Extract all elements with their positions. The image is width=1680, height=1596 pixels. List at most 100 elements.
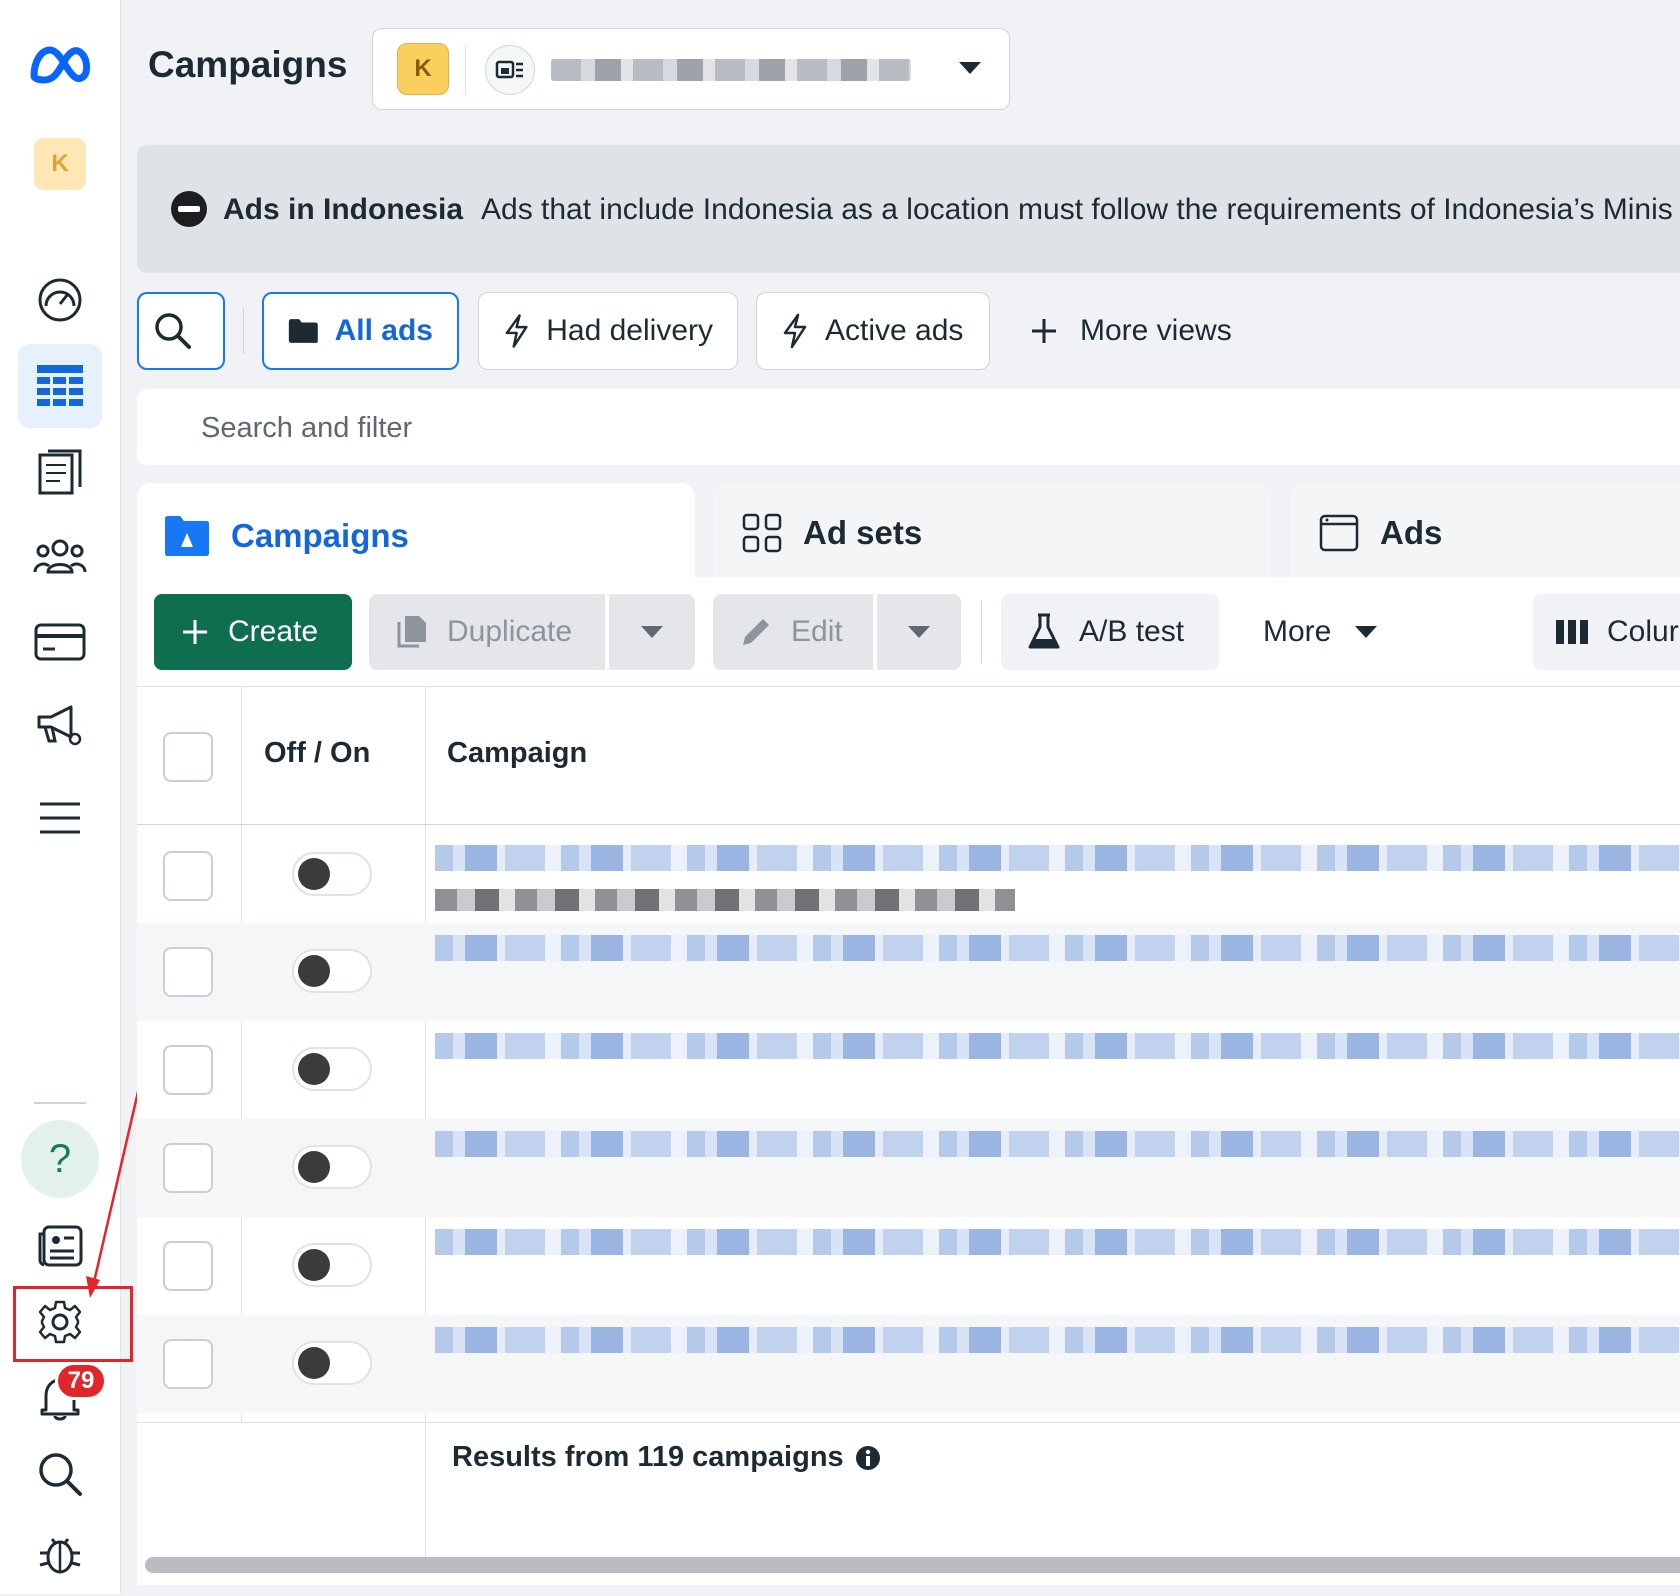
tab-campaigns-label: Campaigns xyxy=(231,517,409,554)
campaign-name-redacted[interactable] xyxy=(435,1327,1680,1353)
horizontal-scrollbar[interactable] xyxy=(145,1557,1680,1573)
more-views-button[interactable]: More views xyxy=(1030,292,1232,370)
ads-manager-megaphone-icon xyxy=(37,705,82,746)
more-button[interactable]: More xyxy=(1247,594,1397,670)
campaign-name-redacted[interactable] xyxy=(435,1033,1680,1059)
select-all-checkbox[interactable] xyxy=(163,732,213,782)
sidebar-item-pages[interactable] xyxy=(18,430,102,514)
campaign-toggle[interactable] xyxy=(292,1341,372,1385)
ad-account-avatar: K xyxy=(397,43,449,95)
meta-logo-icon[interactable] xyxy=(28,42,92,91)
campaign-status-redacted xyxy=(435,889,1015,911)
tab-ad-sets[interactable]: Ad sets xyxy=(713,483,1271,583)
views-divider xyxy=(243,308,244,354)
columns-button-label: Colur xyxy=(1607,615,1679,648)
row-checkbox[interactable] xyxy=(163,1143,213,1193)
search-icon xyxy=(155,313,191,349)
campaigns-panel: Create Duplicate Edit A/B test More Colu… xyxy=(137,577,1680,1585)
row-checkbox[interactable] xyxy=(163,1045,213,1095)
news-feed-icon xyxy=(38,1225,83,1267)
all-tools-menu-icon xyxy=(40,802,80,834)
sidebar-item-all-tools[interactable] xyxy=(18,776,102,860)
table-row[interactable] xyxy=(137,1021,1680,1119)
dashboard-gauge-icon xyxy=(38,278,82,322)
gear-icon xyxy=(38,1300,82,1344)
search-filter-bar xyxy=(137,389,1680,465)
sidebar-item-audiences[interactable] xyxy=(18,514,102,598)
view-all-ads[interactable]: All ads xyxy=(262,292,459,370)
row-checkbox[interactable] xyxy=(163,851,213,901)
notifications-badge: 79 xyxy=(55,1362,107,1400)
tab-ads[interactable]: Ads xyxy=(1290,483,1680,583)
sidebar-item-settings[interactable] xyxy=(18,1280,102,1364)
campaign-name-redacted[interactable] xyxy=(435,1131,1680,1157)
tab-ad-sets-label: Ad sets xyxy=(803,514,923,551)
duplicate-button-label: Duplicate xyxy=(447,615,573,648)
account-avatar[interactable]: K xyxy=(34,138,86,190)
sidebar-item-report-bug[interactable] xyxy=(18,1512,102,1596)
toolbar-divider xyxy=(981,601,982,663)
no-entry-icon xyxy=(171,191,207,227)
duplicate-button[interactable]: Duplicate xyxy=(369,594,605,670)
more-views-label: More views xyxy=(1080,314,1232,347)
search-toggle-button[interactable] xyxy=(137,292,225,370)
search-icon xyxy=(39,1453,82,1496)
table-footer-border xyxy=(137,1422,1680,1423)
tab-campaigns[interactable]: Campaigns xyxy=(137,483,695,589)
campaign-name-redacted[interactable] xyxy=(435,935,1680,961)
sidebar-item-documentation[interactable] xyxy=(18,1204,102,1288)
row-checkbox[interactable] xyxy=(163,947,213,997)
create-button[interactable]: Create xyxy=(154,594,352,670)
more-button-label: More xyxy=(1263,615,1332,648)
campaign-toggle[interactable] xyxy=(292,852,372,896)
sidebar-item-billing[interactable] xyxy=(18,600,102,684)
row-checkbox[interactable] xyxy=(163,1339,213,1389)
column-header-off-on[interactable]: Off / On xyxy=(264,737,370,770)
campaign-name-redacted[interactable] xyxy=(435,1229,1680,1255)
duplicate-dropdown-button[interactable] xyxy=(609,594,695,670)
notice-banner: Ads in Indonesia Ads that include Indone… xyxy=(137,145,1680,273)
ad-account-icon xyxy=(485,45,535,95)
flask-icon xyxy=(1028,613,1060,649)
sidebar-item-ad-settings[interactable] xyxy=(18,684,102,768)
page-title: Campaigns xyxy=(148,44,348,85)
campaign-toggle[interactable] xyxy=(292,949,372,993)
view-had-delivery[interactable]: Had delivery xyxy=(478,292,738,370)
chevron-down-icon xyxy=(959,62,981,74)
campaign-toggle[interactable] xyxy=(292,1243,372,1287)
view-had-delivery-label: Had delivery xyxy=(546,314,713,347)
chevron-down-icon xyxy=(908,626,930,638)
plus-icon xyxy=(1032,319,1056,343)
ab-test-button[interactable]: A/B test xyxy=(1001,594,1219,670)
table-row[interactable] xyxy=(137,923,1680,1021)
left-sidebar: K ? 79 xyxy=(0,0,121,1594)
sidebar-item-overview[interactable] xyxy=(18,258,102,342)
table-row[interactable] xyxy=(137,825,1680,923)
campaign-toggle[interactable] xyxy=(292,1047,372,1091)
campaign-name-redacted[interactable] xyxy=(435,845,1680,871)
view-active-ads[interactable]: Active ads xyxy=(756,292,990,370)
chevron-down-icon xyxy=(1355,626,1378,638)
campaigns-table-icon xyxy=(37,365,83,406)
columns-icon xyxy=(1556,620,1588,644)
sidebar-item-search[interactable] xyxy=(18,1432,102,1516)
chevron-down-icon xyxy=(641,626,663,638)
table-row[interactable] xyxy=(137,1217,1680,1315)
banner-title: Ads in Indonesia xyxy=(223,193,464,226)
campaign-toggle[interactable] xyxy=(292,1145,372,1189)
billing-card-icon xyxy=(34,623,86,661)
column-header-campaign[interactable]: Campaign xyxy=(447,737,587,770)
table-row[interactable] xyxy=(137,1119,1680,1217)
search-filter-input[interactable] xyxy=(199,403,1403,453)
lightning-icon xyxy=(505,314,528,348)
ad-account-picker[interactable]: K xyxy=(372,28,1010,110)
edit-button[interactable]: Edit xyxy=(713,594,873,670)
edit-button-label: Edit xyxy=(791,615,843,648)
help-button[interactable]: ? xyxy=(21,1120,99,1198)
columns-button[interactable]: Colur xyxy=(1533,594,1680,670)
sidebar-item-campaigns[interactable] xyxy=(18,344,102,428)
info-icon[interactable] xyxy=(854,1444,882,1472)
table-row[interactable] xyxy=(137,1315,1680,1413)
row-checkbox[interactable] xyxy=(163,1241,213,1291)
edit-dropdown-button[interactable] xyxy=(877,594,961,670)
